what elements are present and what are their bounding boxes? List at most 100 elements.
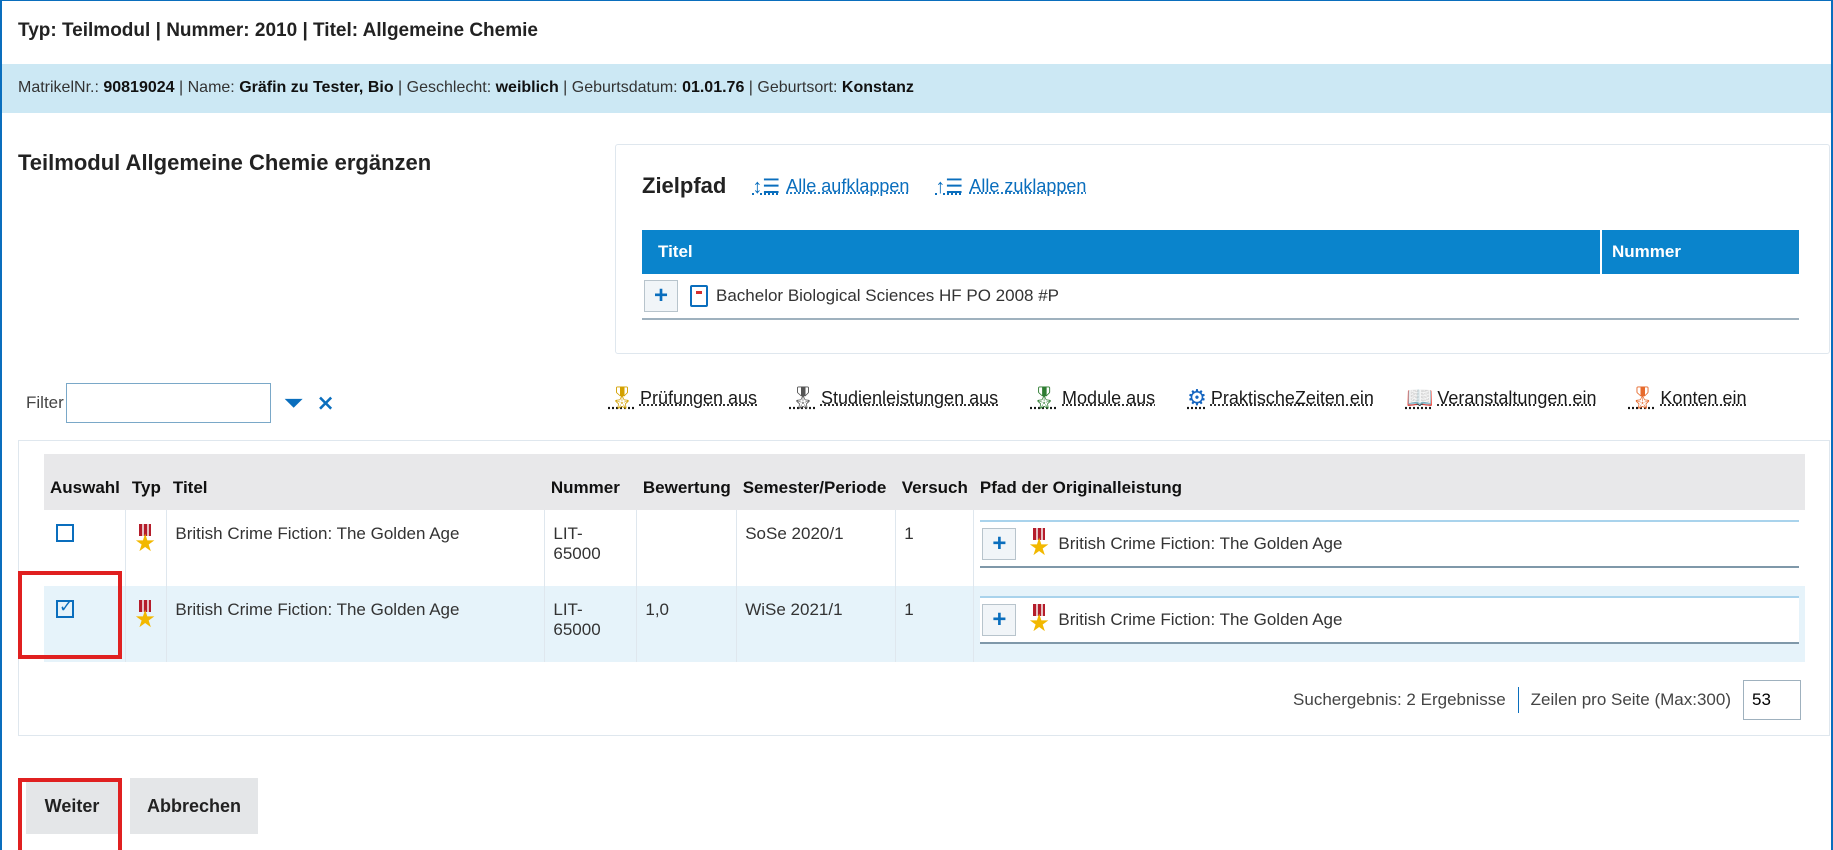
geschlecht-label: Geschlecht: (406, 79, 492, 96)
bewertung-cell: 1,0 (636, 586, 738, 662)
ribbon-icon: 🎖 (1030, 385, 1059, 410)
collapse-all-link[interactable]: ↑☰ Alle zuklappen (935, 174, 1086, 199)
typ-value: Teilmodul (61, 20, 151, 41)
titel-label: Titel: (313, 20, 359, 41)
highlight-box (18, 778, 122, 850)
zielpfad-row-title: Bachelor Biological Sciences HF PO 2008 … (716, 286, 1060, 305)
action-label: Prüfungen aus (639, 387, 758, 408)
rows-per-page-label: Zeilen pro Seite (Max:300) (1530, 690, 1731, 709)
action-studienleistungen-aus[interactable]: 🎖 Studienleistungen aus (789, 385, 998, 411)
document-icon (690, 285, 708, 307)
action-praktische-zeiten-ein[interactable]: ⚙ PraktischeZeiten ein (1187, 385, 1374, 411)
nummer-cell: LIT-65000 (544, 586, 638, 662)
medal-icon: ★ (134, 600, 156, 632)
collapse-all-label: Alle zuklappen (969, 175, 1087, 196)
column-header-titel: Titel (166, 454, 545, 510)
separator: | (398, 79, 403, 96)
page-header: Typ: Teilmodul | Nummer: 2010 | Titel: A… (18, 20, 538, 42)
title-cell: British Crime Fiction: The Golden Age (166, 510, 546, 586)
divider (1517, 687, 1519, 713)
medal-icon: ★ (134, 524, 156, 556)
pfad-label: British Crime Fiction: The Golden Age (1058, 610, 1343, 629)
student-info-bar: MatrikelNr.: 90819024 | Name: Gräfin zu … (2, 64, 1831, 113)
zielpfad-title: Zielpfad (642, 173, 727, 198)
action-label: Studienleistungen aus (820, 387, 999, 408)
row-checkbox[interactable] (56, 524, 74, 542)
filter-input[interactable] (65, 383, 271, 423)
pfad-label: British Crime Fiction: The Golden Age (1058, 534, 1343, 553)
separator: | (302, 20, 308, 41)
filter-icon[interactable]: ⏷ (285, 390, 303, 416)
geburtsort-value: Konstanz (841, 79, 914, 96)
separator: | (179, 79, 184, 96)
action-veranstaltungen-ein[interactable]: 📖 Veranstaltungen ein (1406, 385, 1597, 411)
geburtsort-label: Geburtsort: (757, 79, 838, 96)
filter-row: Filter ⏷ ⨯ (26, 383, 335, 423)
table-header-row: Auswahl Typ Titel Nummer Bewertung Semes… (44, 454, 1805, 510)
collapse-all-icon: ↑☰ (935, 175, 964, 198)
bewertung-cell (636, 510, 738, 586)
zielpfad-header: Zielpfad ↕☰ Alle aufklappen ↑☰ Alle zukl… (642, 173, 1086, 199)
semester-cell: SoSe 2020/1 (736, 510, 897, 586)
action-konten-ein[interactable]: 🎖 Konten ein (1628, 385, 1746, 411)
action-pruefungen-aus[interactable]: 🎖 Prüfungen aus (608, 385, 757, 411)
results-table: Auswahl Typ Titel Nummer Bewertung Semes… (44, 454, 1805, 662)
action-label: PraktischeZeiten ein (1210, 387, 1374, 408)
pagination-footer: Suchergebnis: 2 Ergebnisse Zeilen pro Se… (1293, 680, 1801, 720)
matrikel-value: 90819024 (103, 79, 175, 96)
pfad-cell: + ★ British Crime Fiction: The Golden Ag… (973, 586, 1805, 662)
separator: | (748, 79, 753, 96)
column-header-auswahl: Auswahl (44, 454, 126, 510)
titel-value: Allgemeine Chemie (362, 20, 538, 41)
filter-label: Filter (26, 393, 64, 412)
column-header-typ: Typ (125, 454, 167, 510)
ribbon-icon: 🎖 (608, 385, 636, 410)
matrikel-label: MatrikelNr.: (18, 79, 99, 96)
zielpfad-table: Titel Nummer + Bachelor Biological Scien… (642, 230, 1799, 320)
result-count: Suchergebnis: 2 Ergebnisse (1293, 690, 1506, 709)
ribbon-icon: 🎖 (789, 385, 817, 410)
geburtsdatum-value: 01.01.76 (682, 79, 745, 96)
expand-button[interactable]: + (982, 528, 1017, 560)
nummer-label: Nummer: (166, 20, 250, 41)
versuch-cell: 1 (895, 510, 975, 586)
action-label: Module aus (1062, 387, 1156, 408)
nummer-value: 2010 (254, 20, 298, 41)
zielpfad-row: + Bachelor Biological Sciences HF PO 200… (642, 274, 1799, 320)
nummer-cell: LIT-65000 (544, 510, 638, 586)
pfad-cell: + ★ British Crime Fiction: The Golden Ag… (973, 510, 1805, 586)
type-cell: ★ (125, 510, 168, 586)
name-label: Name: (187, 79, 235, 96)
type-cell: ★ (125, 586, 168, 662)
abbrechen-button[interactable]: Abbrechen (130, 778, 258, 834)
column-header-versuch: Versuch (895, 454, 974, 510)
expand-button[interactable]: + (644, 280, 678, 312)
expand-button[interactable]: + (982, 604, 1017, 636)
zielpfad-table-header: Titel Nummer (642, 230, 1799, 274)
column-header-titel: Titel (642, 230, 1602, 274)
clear-filter-icon[interactable]: ⨯ (316, 390, 334, 416)
action-label: Veranstaltungen ein (1437, 387, 1597, 408)
column-header-bewertung: Bewertung (636, 454, 737, 510)
separator: | (155, 20, 161, 41)
geburtsdatum-label: Geburtsdatum: (571, 79, 678, 96)
expand-all-link[interactable]: ↕☰ Alle aufklappen (752, 174, 909, 199)
medal-icon: ★ (1028, 528, 1050, 560)
name-value: Gräfin zu Tester, Bio (239, 79, 394, 96)
geschlecht-value: weiblich (495, 79, 559, 96)
action-module-aus[interactable]: 🎖 Module aus (1030, 385, 1155, 411)
rows-per-page-input[interactable] (1743, 680, 1801, 720)
expand-all-label: Alle aufklappen (786, 175, 910, 196)
versuch-cell: 1 (895, 586, 975, 662)
semester-cell: WiSe 2021/1 (736, 586, 897, 662)
column-header-nummer: Nummer (544, 454, 637, 510)
column-header-semester: Semester/Periode (736, 454, 896, 510)
ribbon-icon: 🎖 (1628, 385, 1657, 410)
section-title: Teilmodul Allgemeine Chemie ergänzen (18, 150, 432, 175)
separator: | (563, 79, 568, 96)
title-cell: British Crime Fiction: The Golden Age (166, 586, 546, 662)
book-icon: 📖 (1405, 385, 1434, 410)
column-header-pfad: Pfad der Originalleistung (973, 454, 1805, 510)
expand-all-icon: ↕☰ (752, 175, 781, 198)
zielpfad-panel: Zielpfad ↕☰ Alle aufklappen ↑☰ Alle zukl… (615, 144, 1830, 354)
